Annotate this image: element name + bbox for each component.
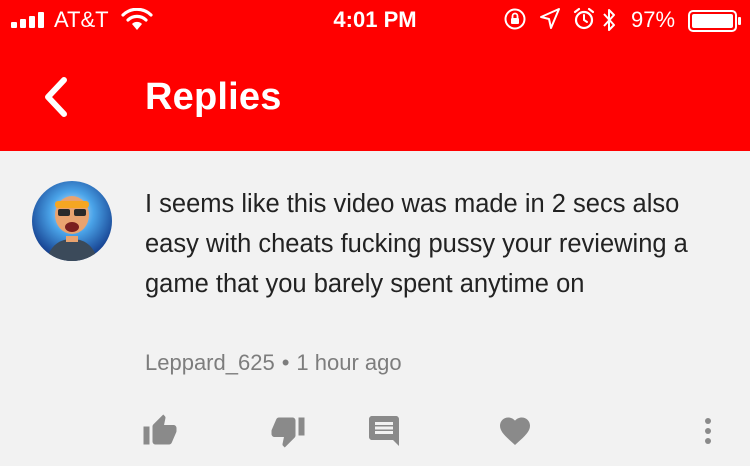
location-icon bbox=[540, 8, 560, 29]
meta-separator: • bbox=[281, 350, 290, 375]
comment-timestamp: 1 hour ago bbox=[296, 350, 402, 375]
thumbs-up-icon bbox=[143, 414, 177, 445]
chevron-left-icon bbox=[45, 77, 67, 117]
avatar[interactable] bbox=[32, 181, 112, 261]
comment-meta: Leppard_625 • 1 hour ago bbox=[145, 348, 402, 378]
more-options-button[interactable] bbox=[696, 413, 732, 449]
thumbs-down-icon bbox=[271, 417, 305, 448]
bluetooth-icon bbox=[603, 9, 615, 31]
app-header: AT&T 4:01 PM 97% Replies bbox=[0, 0, 750, 151]
heart-icon bbox=[500, 417, 530, 446]
orientation-lock-icon bbox=[504, 8, 526, 30]
like-button[interactable] bbox=[142, 413, 178, 449]
comment-item: I seems like this video was made in 2 se… bbox=[0, 151, 750, 466]
status-bar: AT&T 4:01 PM 97% bbox=[0, 0, 750, 40]
battery-percent: 97% bbox=[631, 7, 676, 32]
reply-button[interactable] bbox=[366, 413, 402, 449]
avatar-image bbox=[32, 181, 112, 261]
battery-icon bbox=[688, 10, 741, 32]
dislike-button[interactable] bbox=[270, 413, 306, 449]
reply-icon bbox=[369, 416, 399, 446]
page-title: Replies bbox=[145, 76, 282, 118]
comment-text: I seems like this video was made in 2 se… bbox=[145, 190, 688, 298]
back-button[interactable] bbox=[36, 72, 80, 122]
author-name[interactable]: Leppard_625 bbox=[145, 350, 275, 375]
alarm-icon bbox=[573, 7, 595, 30]
heart-button[interactable] bbox=[497, 413, 533, 449]
more-vertical-icon bbox=[705, 418, 711, 444]
